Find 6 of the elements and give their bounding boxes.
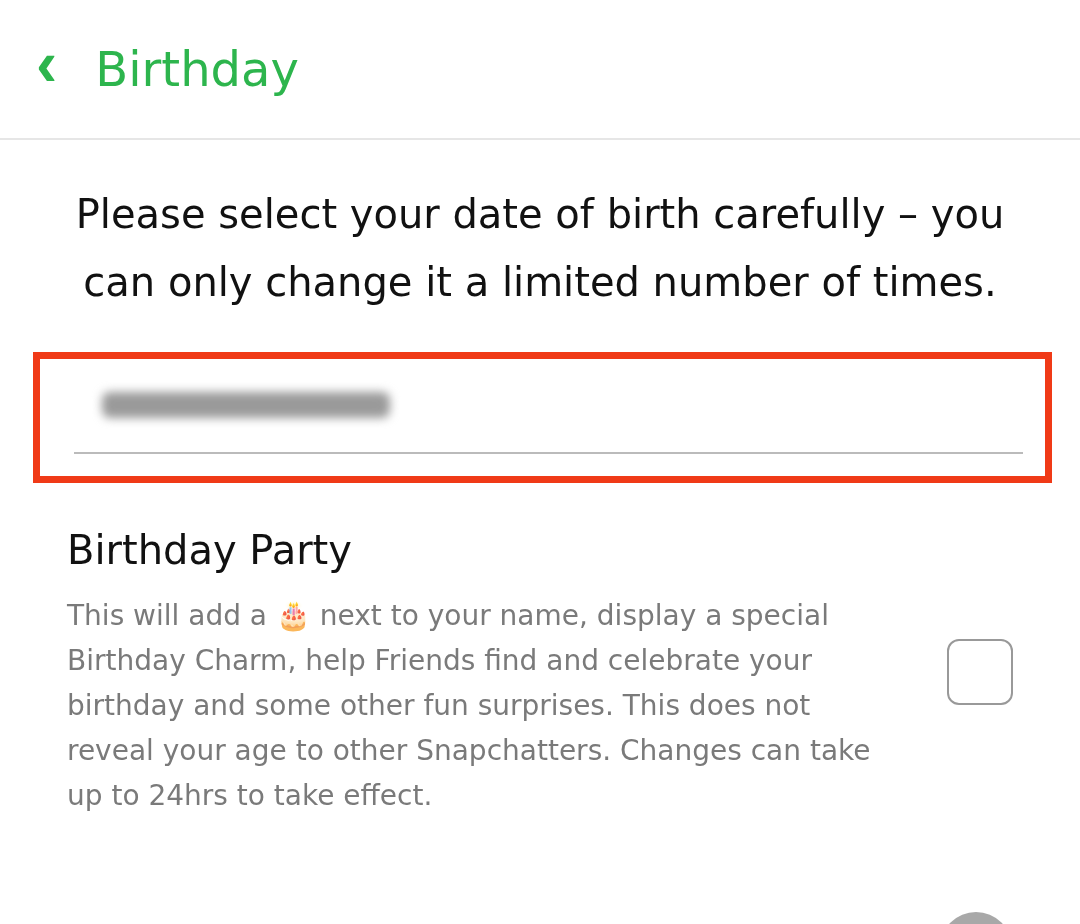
- page-title: Birthday: [95, 41, 299, 97]
- instruction-text: Please select your date of birth carefully – you can only change it a limited number of times.: [74, 190, 1006, 307]
- back-button[interactable]: ‹: [36, 31, 58, 95]
- checkbox[interactable]: [947, 639, 1013, 705]
- section-title: Birthday Party: [67, 527, 353, 573]
- description-text: This will add a 🎂 next to your name, display a special Birthday Charm, help Friends find and celebrate your birthday and some other fun surprises. This does not reveal your age to other Snapchatters. Changes can take up to 24hrs to take effect.: [67, 598, 872, 814]
